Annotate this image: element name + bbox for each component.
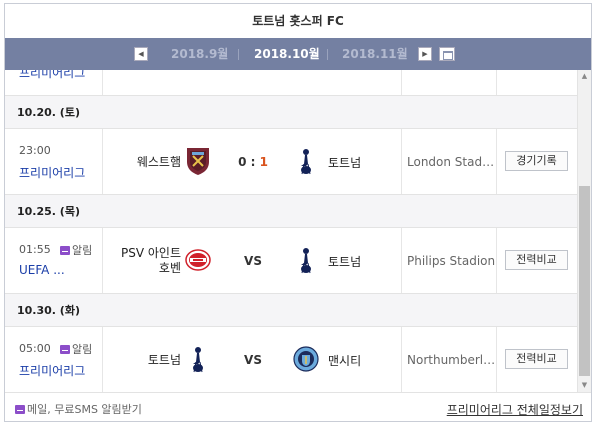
match-vs: VS — [244, 254, 262, 268]
match-row: 05:00 알림 프리미어리그 토트넘 VS 맨시티 Northumberl… … — [5, 327, 577, 392]
prev-month-link[interactable]: 2018.9월 — [171, 38, 228, 70]
mail-icon — [15, 405, 25, 414]
match-time: 01:55 — [19, 243, 51, 256]
divider — [496, 129, 497, 194]
match-row: 23:00 프리미어리그 웨스트햄 0 : 1 토트넘 London Stad…… — [5, 129, 577, 195]
notification-label: 메일, 무료SMS 알림받기 — [27, 403, 142, 416]
schedule-widget: 토트넘 홋스퍼 FC ◀ 2018.9월 2018.10월 2018.11월 ▶… — [4, 3, 592, 422]
compare-button[interactable]: 전력비교 — [505, 349, 568, 369]
venue: Northumberl… — [407, 353, 495, 367]
current-month-label: 2018.10월 — [254, 47, 320, 61]
divider — [238, 49, 239, 60]
mail-icon — [60, 246, 70, 255]
scrollbar[interactable]: ▲ ▼ — [577, 70, 591, 392]
scroll-down-arrow-icon[interactable]: ▼ — [578, 379, 591, 392]
divider — [496, 327, 497, 392]
match-list: 프리미어리그 10.20. (토) 23:00 프리미어리그 웨스트햄 0 : … — [5, 70, 577, 392]
scrollbar-thumb[interactable] — [579, 186, 590, 376]
mail-icon — [60, 345, 70, 354]
divider — [401, 327, 402, 392]
away-team-name[interactable]: 맨시티 — [328, 327, 361, 392]
prev-month-button[interactable]: ◀ — [134, 47, 148, 61]
away-team-name[interactable]: 토트넘 — [328, 228, 361, 294]
divider — [401, 228, 402, 293]
tottenham-crest-icon[interactable] — [185, 344, 211, 374]
west-ham-crest-icon[interactable] — [185, 146, 211, 176]
widget-title: 토트넘 홋스퍼 FC — [5, 4, 591, 38]
divider — [496, 228, 497, 293]
league-link[interactable]: UEFA ... — [19, 263, 65, 277]
match-score: 0 : 1 — [235, 129, 271, 195]
match-row-partial: 프리미어리그 — [5, 70, 577, 96]
date-header: 10.20. (토) — [5, 96, 577, 129]
away-score: 1 — [259, 155, 268, 169]
date-header: 10.30. (화) — [5, 294, 577, 327]
tottenham-crest-icon[interactable] — [293, 146, 319, 176]
league-link[interactable]: 프리미어리그 — [19, 70, 85, 81]
footer: 메일, 무료SMS 알림받기 프리미어리그 전체일정보기 — [5, 392, 591, 421]
compare-button[interactable]: 전력비교 — [505, 250, 568, 270]
venue: London Stad… — [407, 155, 495, 169]
alarm-button[interactable]: 알림 — [60, 242, 92, 258]
next-month-button[interactable]: ▶ — [418, 47, 432, 61]
month-navigation: ◀ 2018.9월 2018.10월 2018.11월 ▶ — [5, 38, 591, 70]
match-time: 23:00 — [19, 144, 51, 157]
score-separator: : — [246, 155, 260, 169]
match-time: 05:00 — [19, 342, 51, 355]
chevron-right-icon: ▶ — [422, 50, 428, 58]
psv-crest-icon[interactable] — [185, 245, 211, 275]
divider — [401, 70, 402, 95]
full-schedule-link[interactable]: 프리미어리그 전체일정보기 — [447, 401, 583, 418]
divider — [102, 228, 103, 293]
notification-link[interactable]: 메일, 무료SMS 알림받기 — [15, 401, 142, 417]
divider — [327, 49, 328, 60]
away-team-name[interactable]: 토트넘 — [328, 129, 361, 195]
man-city-crest-icon[interactable] — [293, 344, 319, 374]
chevron-left-icon: ◀ — [138, 50, 144, 58]
calendar-icon[interactable] — [439, 47, 455, 61]
date-header: 10.25. (목) — [5, 195, 577, 228]
divider — [102, 70, 103, 95]
match-record-button[interactable]: 경기기록 — [505, 151, 568, 171]
next-month-link[interactable]: 2018.11월 — [342, 38, 408, 70]
scroll-up-arrow-icon[interactable]: ▲ — [578, 70, 591, 83]
home-team-name[interactable]: 토트넘 — [71, 327, 181, 392]
tottenham-crest-icon[interactable] — [293, 245, 319, 275]
divider — [496, 70, 497, 95]
match-vs: VS — [244, 353, 262, 367]
venue: Philips Stadion — [407, 254, 495, 268]
home-team-name[interactable]: PSV 아인트호벤 — [117, 228, 181, 294]
alarm-label: 알림 — [72, 244, 93, 257]
home-team-name[interactable]: 웨스트햄 — [71, 129, 181, 195]
divider — [401, 129, 402, 194]
match-row: 01:55 알림 UEFA ... PSV 아인트호벤 VS 토트넘 Phili… — [5, 228, 577, 294]
